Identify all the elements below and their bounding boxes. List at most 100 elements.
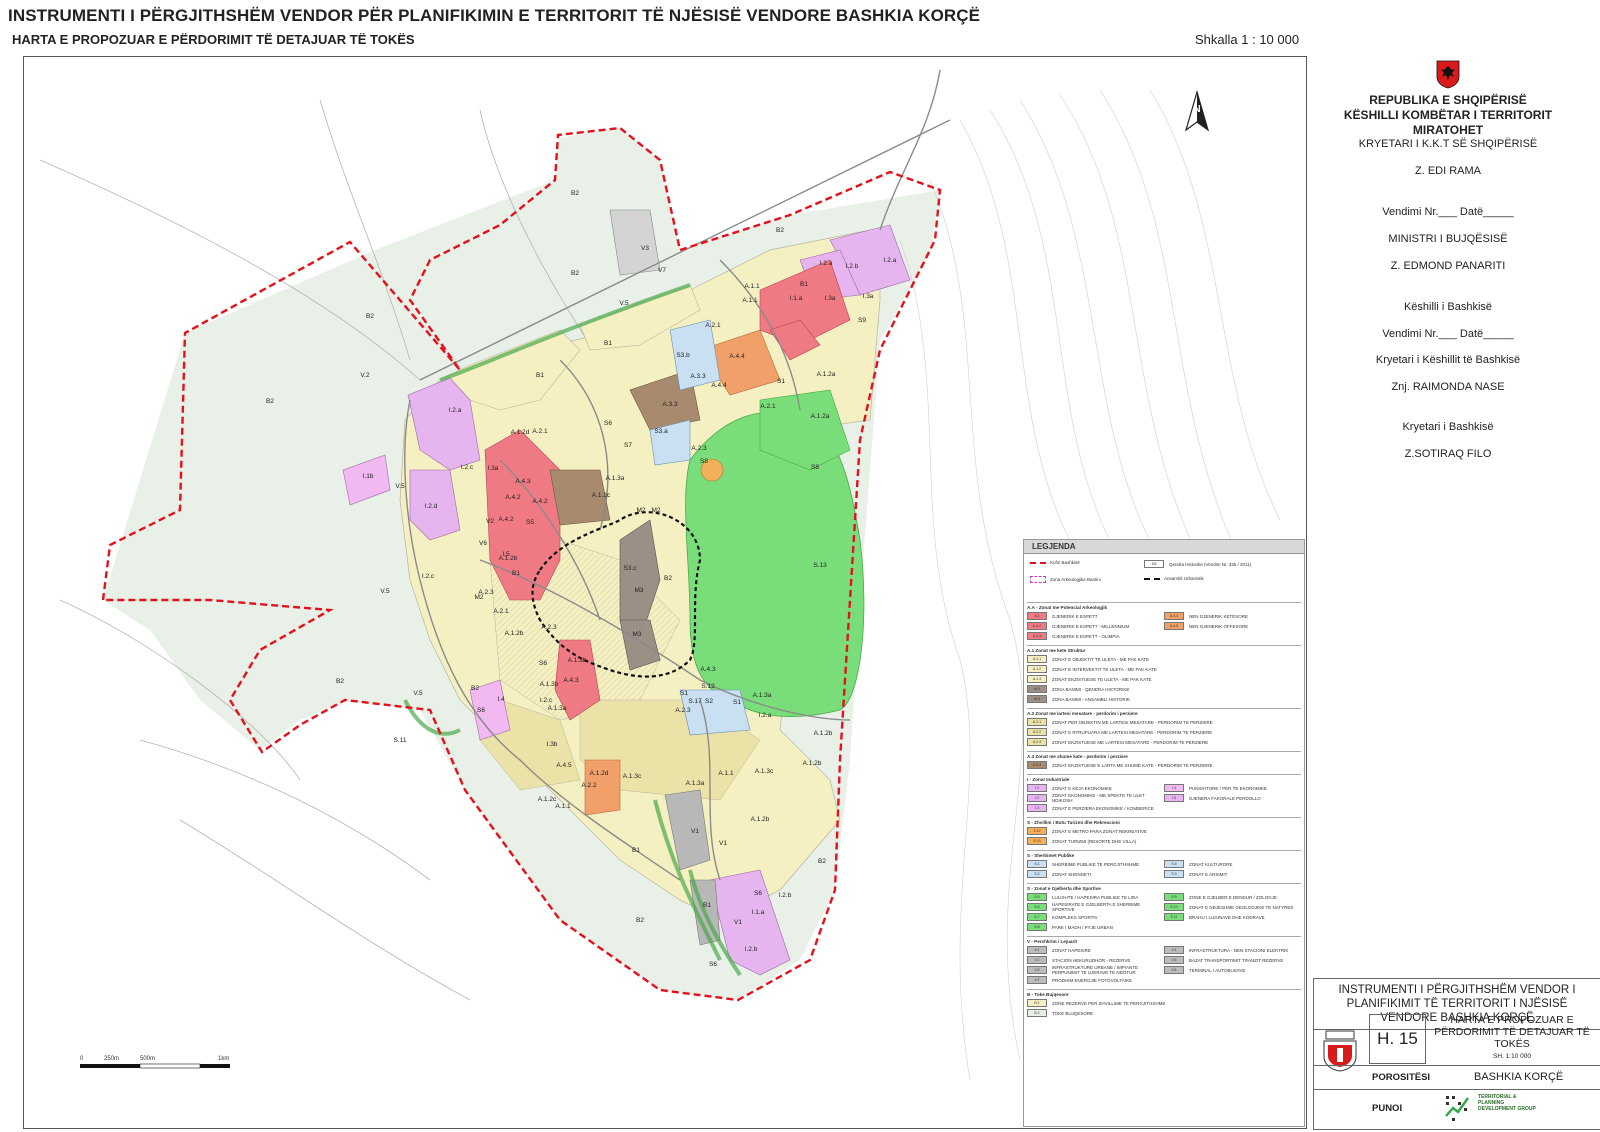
scale-bar-label: 0: [80, 1056, 84, 1062]
zone-label: B2: [818, 858, 826, 865]
zone-label: I.2.a: [449, 407, 462, 414]
legend-item-label: INFRASTRUKTURA - NEN STACIONI ELEKTRIK: [1189, 947, 1289, 953]
zone-label: A.1.2d: [590, 770, 609, 777]
zone-label: V.5: [380, 588, 390, 595]
zone-label: S.11: [394, 737, 407, 744]
zone-label: A.1.3a: [686, 780, 705, 787]
zone-label: A.1.3a: [753, 692, 772, 699]
legend-item: A.2.2 ZONAT E RTRUPUARA ME LARTESI MESATA…: [1027, 728, 1212, 736]
zone-label: B1: [703, 902, 711, 909]
legend-swatch: A.1.3: [1027, 675, 1047, 683]
zone-label: A.4.5: [556, 762, 572, 769]
legend-section: V - Pershkrim i Lejuarit V.1 ZONAT HAPESIR…: [1024, 934, 1304, 987]
legend-item-label: PRODHIM ENERGJIE FOTOVOLTAIKE: [1052, 977, 1133, 983]
legend-section-title: A.3 Zonat me shume kate - perdorim i per…: [1027, 751, 1301, 760]
legend-section-title: S - Zhvillim i Butu Turizmi dhe Rekreaci…: [1027, 817, 1301, 826]
zone-label: B1: [632, 847, 640, 854]
legend-item: A.4.3 GJENERIK E ESPETT - OLIMPIA: [1027, 632, 1164, 640]
legend-item: M.3 ZONA BANIMI - ANSAMBLI HISTORIK: [1027, 695, 1130, 703]
legend-swatch: A.4.3: [1027, 632, 1047, 640]
zone-label: V2: [486, 518, 494, 525]
zone-label: B2: [266, 398, 274, 405]
zone-label: V.5: [619, 300, 629, 307]
legend-item-label: GJENERA FAKORALE PERDOLLO: [1189, 795, 1261, 801]
legend-boundary-item: Kufiri Bashkisë: [1030, 560, 1080, 565]
zone-label: A.1.1: [742, 297, 758, 304]
zone-label: I.2.a: [759, 712, 772, 719]
legend-swatch: I.4: [1164, 784, 1184, 792]
approval-minister: MINISTRI I BUJQËSISË: [1388, 233, 1508, 245]
legend-ensemble-item: Ansambli Urbanistik: [1144, 576, 1204, 581]
legend-row: I.3 ZONAT E PERZIERA EKONOMIKE / KOMBERIC…: [1027, 803, 1301, 813]
zone-label: I.1.a: [752, 909, 765, 916]
zone-label: A.4.2: [505, 494, 521, 501]
zone-label: V7: [658, 267, 666, 274]
legend-item-label: NEN GJENERIK KETESORE: [1189, 613, 1249, 619]
legend-item: S.6 HAPESIRATE E GJELBERTA E SHERBIME SPO…: [1027, 902, 1164, 912]
legend-item: I.5 GJENERA FAKORALE PERDOLLO: [1164, 794, 1301, 802]
legend-section-title: V - Pershkrim i Lejuarit: [1027, 936, 1301, 945]
legend-swatch: A.2.1: [1027, 718, 1047, 726]
legend-row: S.7 KOMPLEKS SPORTIV S.11 BRAHU I LUGINAVE …: [1027, 912, 1301, 922]
approval-chair-name: Z. EDI RAMA: [1414, 165, 1481, 177]
zone-label: A.2.3: [478, 589, 494, 596]
sheet-title: HARTA E PROPOZUAR E PËRDORIMIT TË DETAJU…: [1434, 1014, 1590, 1050]
legend-item-label: ZONAT E RTRUPUARA ME LARTESI MESATARE - …: [1052, 729, 1213, 735]
legend-swatch: B.1: [1027, 999, 1047, 1007]
legend-item: V.4 INFRASTRUKTURA - NEN STACIONI ELEKTRI…: [1164, 946, 1301, 954]
legend-item: B.1 ZONE REZERVE PER ZHVILLIME TE PERGJIT…: [1027, 999, 1165, 1007]
legend-swatch: B.2: [1027, 1009, 1047, 1017]
zone-label: S3.b: [676, 352, 690, 359]
legend-swatch: M.3: [1027, 695, 1047, 703]
zone-label: V1: [734, 919, 742, 926]
zone-label: A.1.2d: [511, 429, 530, 436]
scale-bar-label: 250m: [104, 1056, 119, 1062]
legend-swatch: A.1.2: [1027, 665, 1047, 673]
legend-swatch: A.4.2: [1027, 622, 1047, 630]
zone-label: A.2.3: [675, 707, 691, 714]
legend-section-title: A.1 Zonat me kete Struktur: [1027, 645, 1301, 654]
zone-label: S5: [526, 519, 534, 526]
header-subtitle: HARTA E PROPOZUAR E PËRDORIMIT TË DETAJU…: [12, 32, 415, 47]
zone-label: A.1.3a: [606, 475, 625, 482]
legend-item-label: INFRASTRUKTURE URBANE / IMPIANTE PERPUNI…: [1052, 965, 1139, 975]
legend-item-label: TOKE BUJQESORE: [1052, 1010, 1094, 1016]
legend-swatch: V.4: [1164, 946, 1184, 954]
legend-item-label: HAPESIRATE E GJELBERTA E SHERBIME SPORTI…: [1052, 902, 1141, 912]
zone-label: A.2.1: [760, 403, 776, 410]
zone-label: A.2.3: [691, 445, 707, 452]
title-block: INSTRUMENTI I PËRGJITHSHËM VENDOR I PLAN…: [1313, 978, 1600, 1130]
scale-bar: [80, 1063, 230, 1069]
legend-row: A.2.3 ZONAT EKZISTUESE ME LARTESI MESATAR…: [1027, 737, 1301, 747]
north-label: N: [1193, 104, 1200, 115]
legend-swatch: I.5: [1164, 794, 1184, 802]
legend-historic-swatch: M3: [1144, 560, 1164, 568]
legend-row: M.2 ZONA BANIMI - QENDRA HISTORIKE: [1027, 684, 1301, 694]
legend-section: S - Zhvillim i Butu Turizmi dhe Rekreaci…: [1024, 815, 1304, 848]
commissioned-label: POROSITËSI: [1372, 1072, 1431, 1083]
zone-label: A.1.1: [555, 803, 571, 810]
korce-emblem: [1320, 1029, 1360, 1073]
legend-top: Kufiri Bashkisë Zona Arkeologjike Bantin…: [1024, 554, 1304, 600]
legend-section: A.2 Zonat me lartesi mesatare - perdorim…: [1024, 706, 1304, 749]
zone-label: B2: [471, 685, 479, 692]
zone-label: V.5: [395, 483, 405, 490]
legend-item: V.2 STACION HEKURUDHOR - REZERVE: [1027, 956, 1164, 964]
approval-chair: KRYETARI I K.K.T SË SHQIPËRISË: [1358, 138, 1538, 150]
legend-item-label: ZONAT EKZISTUESE TE ULETA - ME PAK KATE: [1052, 676, 1152, 682]
legend-item: B.2 TOKE BUJQESORE: [1027, 1009, 1093, 1017]
zone-label: I.2.a: [884, 257, 897, 264]
zone-label: S.12: [701, 683, 715, 690]
legend-item-label: ZONE E GJELBER E DENDUR / ZOLOGJE: [1189, 894, 1278, 900]
legend-item: A.4.2 GJENERIK E ESPETT - MILLENNIUM: [1027, 622, 1164, 630]
legend-section: A.A - Zonat me Potencial Arkeologjik A.1 G…: [1024, 600, 1304, 643]
legend-item: V.5 BAZAT TRANSPORTIMIT TRANZIT REZERVE: [1164, 956, 1301, 964]
legend-item-label: GJENERIK E ESPETT - MILLENNIUM: [1052, 623, 1130, 629]
zone-label: I.4: [497, 696, 505, 703]
legend-item: A.2.3 ZONAT EKZISTUESE ME LARTESI MESATAR…: [1027, 738, 1208, 746]
zone-label: V.5: [413, 690, 423, 697]
zone-label: A.4.3: [563, 677, 579, 684]
legend-row: S.1 SHERBIME PUBLIKE TE PERGJITHSHME S.4 ZO…: [1027, 859, 1301, 869]
zone-label: A.2.1: [705, 322, 721, 329]
legend-item-label: ZONA BANIMI - QENDRA HISTORIKE: [1052, 686, 1130, 692]
